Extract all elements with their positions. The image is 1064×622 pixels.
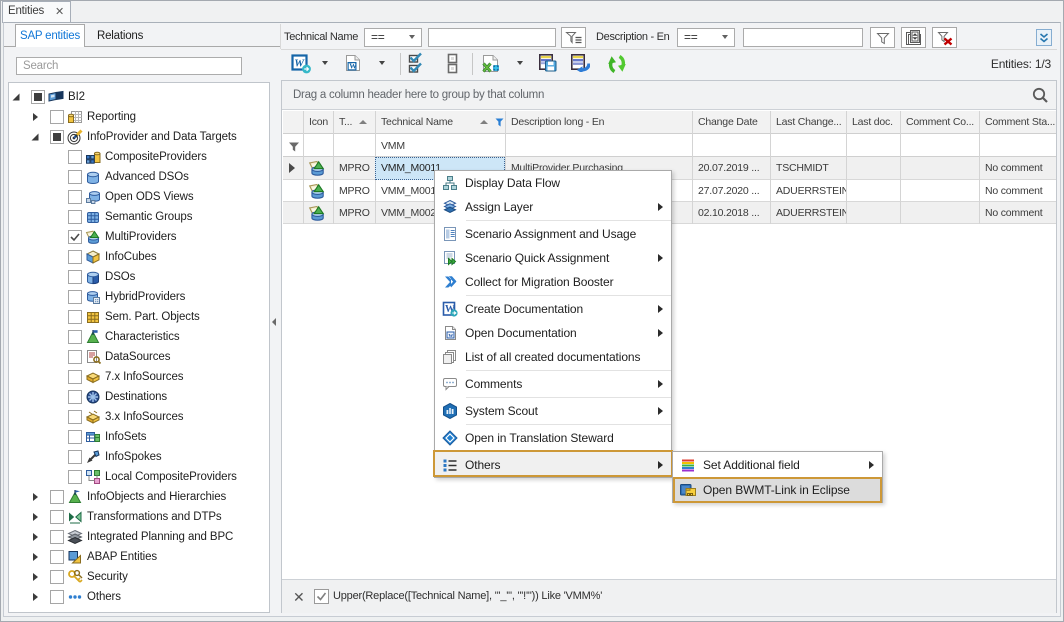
- svg-text:w: w: [449, 332, 454, 339]
- svg-text:W: W: [349, 62, 357, 71]
